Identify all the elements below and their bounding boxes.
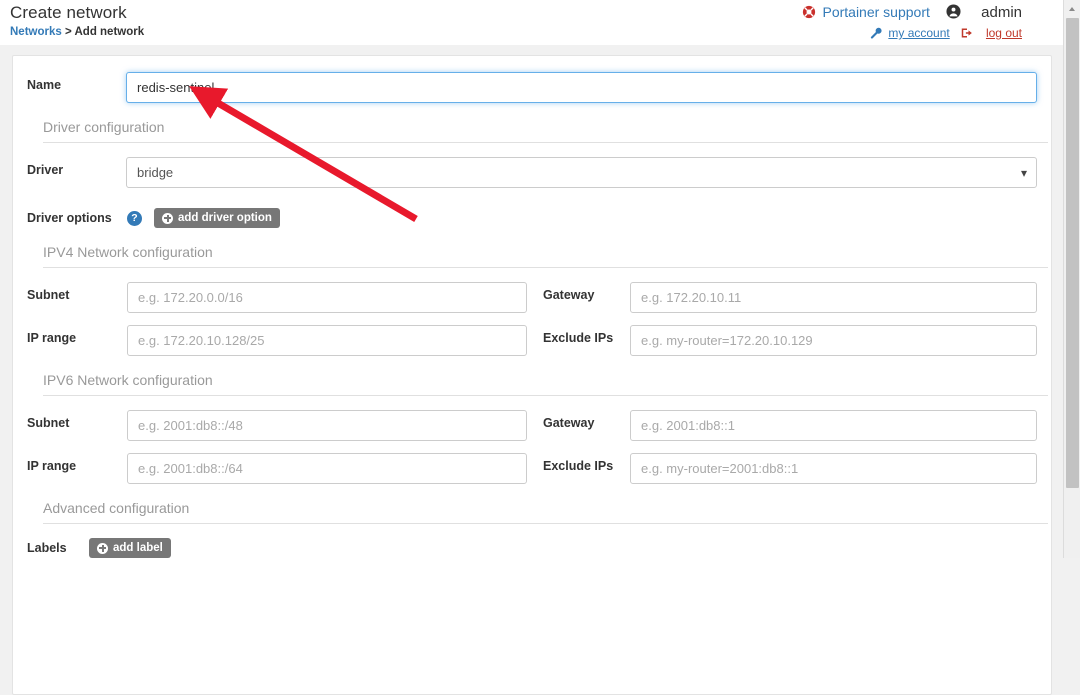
breadcrumb: Networks > Add network [10, 26, 144, 38]
question-circle-icon[interactable]: ? [127, 210, 142, 226]
header-right: Portainer support admin my account log o… [802, 4, 1022, 42]
ipv6-gateway-label: Gateway [543, 416, 595, 430]
breadcrumb-current: Add network [74, 26, 145, 38]
user-circle-icon [945, 4, 961, 22]
title-block: Create network Networks > Add network [10, 3, 144, 38]
ipv6-section-title: IPV6 Network configuration [43, 372, 1048, 396]
page-header: Create network Networks > Add network Po… [0, 0, 1080, 45]
scroll-up-button[interactable] [1064, 0, 1080, 17]
name-row: Name [27, 72, 1037, 103]
ipv6-exclude-ips-input[interactable] [630, 453, 1037, 484]
ipv4-iprange-exclude-row: IP range Exclude IPs [27, 325, 1037, 356]
ipv6-iprange-input[interactable] [127, 453, 527, 484]
my-account-link[interactable]: my account [888, 26, 949, 40]
ipv6-exclude-ips-label: Exclude IPs [543, 459, 614, 473]
ipv4-exclude-ips-label: Exclude IPs [543, 331, 614, 345]
ipv4-exclude-ips-input[interactable] [630, 325, 1037, 356]
plus-circle-icon [97, 542, 108, 554]
ipv6-subnet-input[interactable] [127, 410, 527, 441]
page-title: Create network [10, 3, 127, 22]
ipv6-iprange-exclude-row: IP range Exclude IPs [27, 453, 1037, 484]
labels-row: Labels add label [27, 538, 1037, 558]
sign-out-icon [961, 27, 973, 42]
name-label: Name [27, 78, 62, 92]
add-label-button[interactable]: add label [89, 538, 171, 558]
driver-row: Driver bridge ▾ [27, 157, 1037, 188]
ipv6-iprange-label: IP range [27, 459, 77, 473]
add-driver-option-label: add driver option [178, 212, 272, 224]
ipv4-iprange-label: IP range [27, 331, 77, 345]
breadcrumb-separator: > [64, 26, 72, 38]
vertical-scrollbar[interactable] [1063, 0, 1080, 558]
ipv6-subnet-gateway-row: Subnet Gateway [27, 410, 1037, 441]
ipv6-subnet-label: Subnet [27, 416, 70, 430]
driver-select[interactable]: bridge [126, 157, 1037, 188]
user-name: admin [981, 4, 1022, 21]
ipv6-gateway-input[interactable] [630, 410, 1037, 441]
ipv4-gateway-label: Gateway [543, 288, 595, 302]
portainer-support-link[interactable]: Portainer support [822, 4, 929, 20]
wrench-icon [870, 27, 882, 42]
scrollbar-thumb[interactable] [1066, 18, 1079, 488]
ipv4-section-title: IPV4 Network configuration [43, 244, 1048, 268]
add-driver-option-button[interactable]: add driver option [154, 208, 280, 228]
labels-label: Labels [27, 540, 67, 555]
ipv4-subnet-label: Subnet [27, 288, 70, 302]
logout-link[interactable]: log out [986, 26, 1022, 40]
plus-circle-icon [162, 212, 173, 224]
driver-options-row: Driver options ? add driver option [27, 208, 1037, 228]
add-label-label: add label [113, 542, 163, 554]
advanced-configuration-section-title: Advanced configuration [43, 500, 1048, 524]
ipv4-subnet-input[interactable] [127, 282, 527, 313]
breadcrumb-networks-link[interactable]: Networks [10, 26, 62, 38]
driver-label: Driver [27, 163, 64, 177]
lifebuoy-icon [802, 5, 816, 22]
ipv4-iprange-input[interactable] [127, 325, 527, 356]
name-input[interactable] [126, 72, 1037, 103]
driver-options-label: Driver options [27, 210, 112, 225]
create-network-form-card: Name Driver configuration Driver bridge … [12, 55, 1052, 695]
driver-configuration-section-title: Driver configuration [43, 119, 1048, 143]
ipv4-subnet-gateway-row: Subnet Gateway [27, 282, 1037, 313]
ipv4-gateway-input[interactable] [630, 282, 1037, 313]
